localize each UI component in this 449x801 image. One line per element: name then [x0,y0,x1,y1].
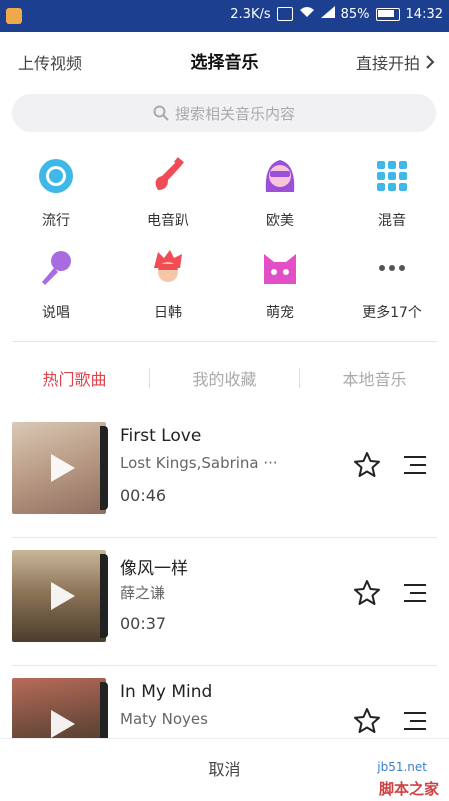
category-label: 混音 [378,213,406,229]
divider [12,341,437,342]
album-cover[interactable] [12,550,106,642]
search-input[interactable]: 搜索相关音乐内容 [12,94,436,132]
cat-icon [264,254,296,284]
category-remix[interactable]: 混音 [336,156,448,230]
category-pets[interactable]: 萌宠 [224,248,336,322]
top-bar: 上传视频 选择音乐 直接开拍 [0,32,449,88]
category-pop[interactable]: 流行 [0,156,112,230]
anime-boy-icon [154,250,182,282]
girl-icon [265,160,295,192]
signal-icon [320,6,335,22]
star-icon[interactable] [352,450,382,480]
tab-favorites[interactable]: 我的收藏 [150,366,299,390]
category-label: 说唱 [42,305,70,321]
chevron-right-icon [426,55,435,69]
play-icon [51,710,75,738]
clock: 14:32 [405,6,443,22]
music-tabs: 热门歌曲 我的收藏 本地音乐 [0,356,449,400]
microphone-icon [42,251,71,285]
battery-icon [375,7,400,21]
song-title: In My Mind [120,682,213,702]
star-icon[interactable] [352,578,382,608]
play-icon [51,454,75,482]
disc-icon [39,159,73,193]
status-bar: 2.3K/s 85% 14:32 [0,0,449,32]
guitar-icon [155,157,184,190]
search-placeholder: 搜索相关音乐内容 [174,104,295,123]
category-label: 更多17个 [362,305,422,321]
category-label: 日韩 [154,305,182,321]
menu-icon[interactable] [402,582,428,604]
watermark-url: jb51.net [377,760,427,774]
category-label: 流行 [42,213,70,229]
menu-icon[interactable] [402,454,428,476]
network-speed: 2.3K/s [230,6,271,22]
category-jpkr[interactable]: 日韩 [112,248,224,322]
song-artist: Lost Kings,Sabrina ··· [120,454,278,472]
category-western[interactable]: 欧美 [224,156,336,230]
category-label: 萌宠 [266,305,294,321]
category-more[interactable]: 更多17个 [336,248,448,322]
song-artist: Maty Noyes [120,710,208,728]
status-indicators: 2.3K/s 85% 14:32 [230,6,443,22]
play-icon [51,582,75,610]
search-icon [153,105,169,121]
vinyl-edge [100,554,108,638]
star-icon[interactable] [352,706,382,736]
category-rap[interactable]: 说唱 [0,248,112,322]
upload-video-button[interactable]: 上传视频 [18,50,82,74]
category-edm[interactable]: 电音趴 [112,156,224,230]
song-duration: 00:46 [120,486,167,505]
song-title: 像风一样 [120,559,188,579]
watermark-logo: 脚本之家 [378,780,439,798]
tab-hot-songs[interactable]: 热门歌曲 [0,366,149,390]
category-label: 欧美 [266,213,294,229]
app-notification-icon [6,8,22,24]
wifi-icon [299,6,315,22]
direct-shoot-button[interactable]: 直接开拍 [356,50,435,74]
category-label: 电音趴 [147,213,189,229]
tab-local-music[interactable]: 本地音乐 [300,366,449,390]
song-row[interactable]: 像风一样 薛之谦 00:37 [0,538,449,666]
battery-percent: 85% [340,6,370,22]
song-title: First Love [120,426,202,446]
direct-shoot-label: 直接开拍 [355,54,420,73]
mute-icon [276,7,293,21]
vinyl-edge [100,426,108,510]
song-artist: 薛之谦 [120,584,166,602]
more-icon [379,265,405,271]
menu-icon[interactable] [402,710,428,732]
album-cover[interactable] [12,422,106,514]
grid-icon [377,161,407,191]
song-row[interactable]: First Love Lost Kings,Sabrina ··· 00:46 [0,410,449,538]
song-duration: 00:37 [120,614,167,633]
